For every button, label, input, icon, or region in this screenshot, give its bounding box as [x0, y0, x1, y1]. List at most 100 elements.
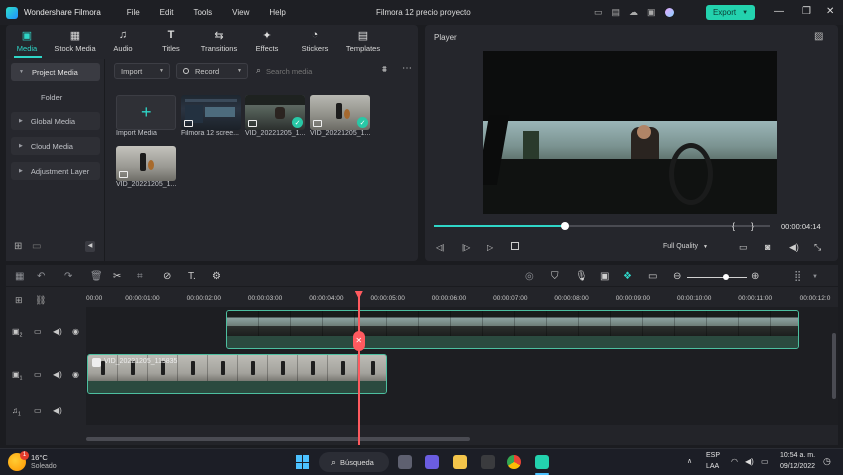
mark-out-icon[interactable]: } — [751, 221, 754, 231]
new-folder-icon[interactable]: ⊞ — [14, 241, 22, 252]
volume-icon[interactable]: ◀) — [53, 370, 62, 379]
tab-transitions[interactable]: ⇆ Transitions — [196, 29, 242, 53]
chevron-down-icon[interactable]: ▼ — [812, 274, 818, 280]
chevron-up-icon[interactable]: ∧ — [687, 457, 692, 465]
fullscreen-icon[interactable]: ⤡ — [814, 242, 821, 253]
clock-date[interactable]: 09/12/2022 — [780, 463, 815, 470]
zoom-out-icon[interactable]: ⊖ — [673, 271, 681, 282]
video-clip-car[interactable] — [226, 310, 799, 349]
more-options-icon[interactable]: ⋯ — [402, 63, 412, 74]
microphone-icon[interactable]: 🎙 — [575, 271, 588, 282]
volume-icon[interactable]: ◀) — [789, 242, 799, 253]
camera-icon[interactable]: ◙ — [765, 242, 770, 252]
snap-icon[interactable]: ❖ — [623, 271, 632, 282]
video-preview[interactable] — [483, 51, 777, 214]
app-icon[interactable] — [481, 455, 495, 469]
sidebar-item-folder[interactable]: Folder — [11, 88, 100, 106]
tab-templates[interactable]: ▤ Templates — [340, 29, 386, 53]
filmora-taskbar-icon[interactable] — [535, 455, 549, 469]
search-media-input[interactable] — [266, 64, 366, 78]
split-scissors-icon[interactable]: ✕ — [352, 331, 365, 351]
wifi-icon[interactable]: ◠ — [731, 457, 738, 466]
tab-media[interactable]: ▣ Media — [4, 29, 50, 53]
zoom-slider-handle[interactable] — [723, 274, 729, 280]
tab-effects[interactable]: ✦ Effects — [244, 29, 290, 53]
teams-chat-icon[interactable] — [425, 455, 439, 469]
text-icon[interactable]: T. — [188, 271, 196, 282]
tab-stock-media[interactable]: ▦ Stock Media — [52, 29, 98, 53]
menu-view[interactable]: View — [232, 8, 249, 17]
media-item-video-guitar[interactable]: ✓ — [310, 95, 370, 130]
notification-bell-icon[interactable]: ◷ — [823, 456, 831, 467]
timeline-ruler[interactable]: 00:00 00:00:01:00 00:00:02:00 00:00:03:00 00… — [86, 292, 838, 306]
tab-audio[interactable]: ♫ Audio — [100, 29, 146, 53]
menu-edit[interactable]: Edit — [160, 8, 174, 17]
zoom-in-icon[interactable]: ⊕ — [751, 271, 759, 282]
minimize-icon[interactable]: — — [774, 6, 784, 17]
play-icon[interactable]: ▷ — [487, 243, 493, 252]
sidebar-item-adjustment-layer[interactable]: ▶ Adjustment Layer — [11, 162, 100, 180]
folder-lock-icon[interactable]: ▭ — [34, 327, 42, 336]
media-item-video-car[interactable]: ✓ — [245, 95, 305, 130]
task-view-icon[interactable] — [398, 455, 412, 469]
volume-icon[interactable]: ◀) — [53, 406, 62, 415]
tab-titles[interactable]: T Titles — [148, 29, 194, 53]
menu-help[interactable]: Help — [269, 8, 285, 17]
add-track-icon[interactable]: ⊞ — [15, 295, 23, 306]
grid-view-icon[interactable]: ⣿ — [794, 271, 801, 282]
display-icon[interactable]: ▭ — [739, 242, 748, 253]
render-icon[interactable]: ◎ — [525, 271, 534, 282]
collapse-sidebar-icon[interactable]: ◀ — [85, 241, 95, 252]
record-dropdown[interactable]: Record ▼ — [176, 63, 248, 79]
monitor-icon[interactable]: ▭ — [594, 7, 603, 18]
pip-icon[interactable]: ▭ — [648, 271, 657, 282]
snapshot-icon[interactable]: ▨ — [814, 31, 823, 42]
folder-lock-icon[interactable]: ▭ — [34, 406, 42, 415]
keyboard-layout[interactable]: LAA — [706, 463, 719, 470]
vertical-scrollbar[interactable] — [832, 333, 836, 399]
video-clip-guitar[interactable]: VID_20221205_115835 — [87, 354, 387, 394]
layout-icon[interactable]: ▦ — [15, 271, 24, 282]
sidebar-item-cloud-media[interactable]: ▶ Cloud Media — [11, 137, 100, 155]
chrome-icon[interactable] — [507, 455, 521, 469]
visibility-icon[interactable]: ◉ — [72, 370, 79, 379]
visibility-icon[interactable]: ◉ — [72, 327, 79, 336]
profile-avatar-icon[interactable] — [664, 8, 674, 17]
folder-lock-icon[interactable]: ▭ — [34, 370, 42, 379]
sidebar-item-global-media[interactable]: ▶ Global Media — [11, 112, 100, 130]
stop-icon[interactable] — [511, 242, 519, 250]
playhead[interactable]: ✕ — [352, 291, 365, 445]
delete-icon[interactable]: 🗑 — [90, 271, 103, 282]
quality-dropdown[interactable]: Full Quality ▼ — [663, 243, 729, 255]
undo-icon[interactable]: ↶ — [37, 271, 45, 282]
playback-scrubber[interactable] — [561, 222, 570, 230]
voiceover-icon[interactable]: ▣ — [600, 271, 609, 282]
language-code[interactable]: ESP — [706, 452, 720, 459]
marker-icon[interactable]: ⛉ — [551, 271, 559, 282]
export-button[interactable]: Export ▼ — [706, 5, 755, 20]
cloud-icon[interactable]: ☁ — [629, 7, 638, 18]
crop-icon[interactable]: ⌗ — [137, 271, 143, 282]
video-track-2[interactable] — [86, 307, 838, 352]
menu-file[interactable]: File — [127, 8, 140, 17]
media-item-screen-recording[interactable] — [181, 95, 241, 130]
notification-icon[interactable]: ▣ — [647, 7, 656, 18]
play-pause-icon[interactable]: |▷ — [462, 243, 470, 252]
sidebar-item-project-media[interactable]: ▼ Project Media — [11, 63, 100, 81]
close-icon[interactable]: ✕ — [826, 6, 834, 17]
battery-icon[interactable]: ▭ — [761, 457, 769, 466]
folder-icon[interactable]: ▭ — [32, 241, 41, 252]
import-media-tile[interactable]: + — [116, 95, 176, 130]
media-item-video-guitar-2[interactable] — [116, 146, 176, 181]
filter-icon[interactable]: ⩩ — [382, 64, 387, 75]
step-back-icon[interactable]: ◁| — [436, 243, 444, 252]
adjust-icon[interactable]: ⚙ — [212, 271, 221, 282]
maximize-icon[interactable]: ❐ — [802, 6, 811, 17]
redo-icon[interactable]: ↷ — [64, 271, 72, 282]
windows-start-icon[interactable] — [296, 455, 310, 469]
mark-in-icon[interactable]: { — [732, 221, 735, 231]
zoom-slider[interactable] — [687, 274, 747, 280]
import-dropdown[interactable]: Import ▼ — [114, 63, 170, 79]
speed-icon[interactable]: ⊘ — [163, 271, 171, 282]
taskbar-search[interactable]: ⌕ Búsqueda — [319, 452, 389, 472]
